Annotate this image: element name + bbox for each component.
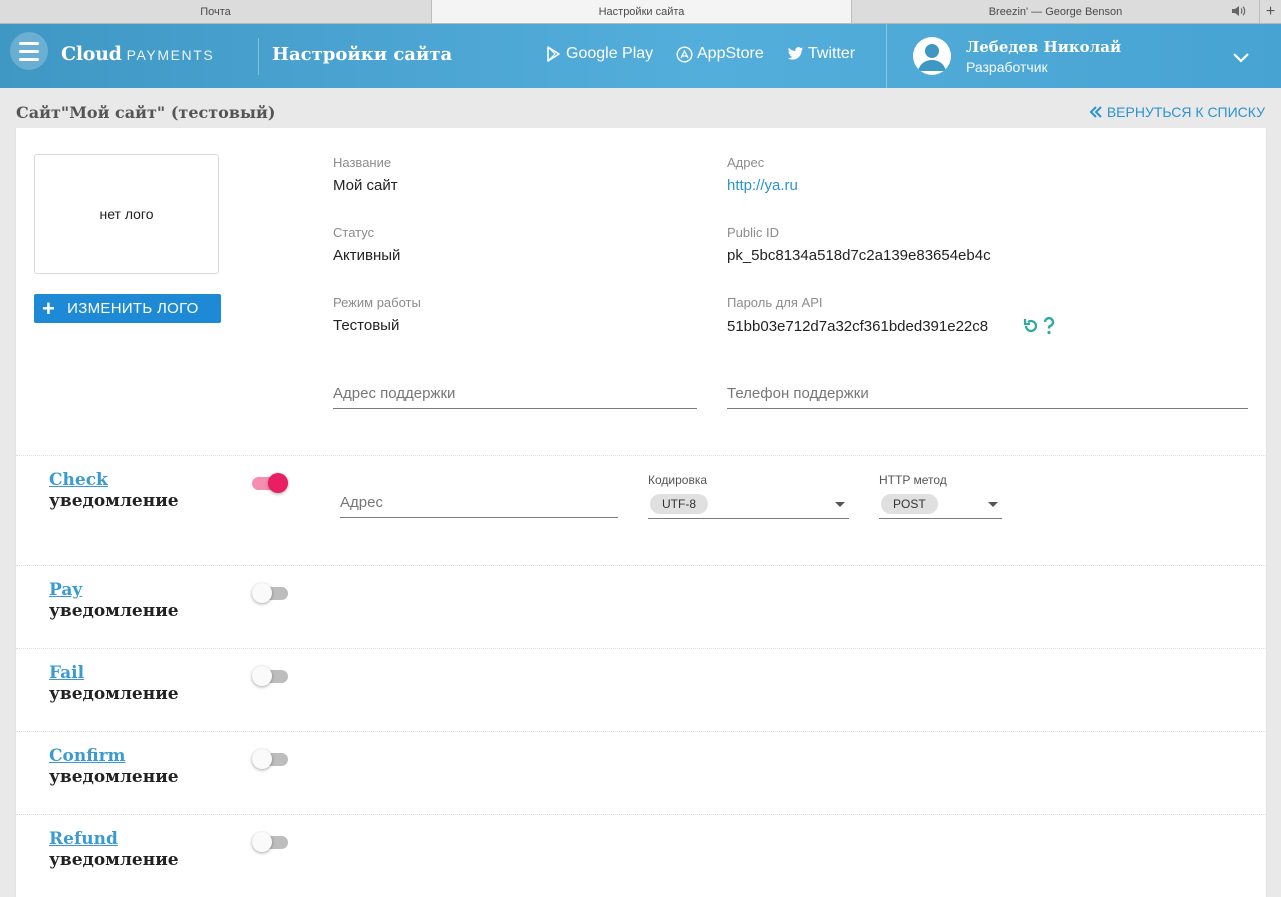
plus-icon: + (42, 295, 56, 321)
user-role: Разработчик (966, 59, 1048, 75)
change-logo-label: ИЗМЕНИТЬ ЛОГО (67, 300, 199, 317)
http-method-value: POST (881, 494, 938, 514)
logo-primary: Cloud (61, 43, 122, 65)
toggle-pay[interactable] (252, 582, 288, 604)
google-play-label: Google Play (566, 45, 654, 62)
appstore-icon (676, 45, 693, 63)
notification-title-fail[interactable]: Fail (49, 663, 84, 683)
status-label: Статус (333, 225, 375, 240)
double-chevron-left-icon (1089, 106, 1102, 118)
logo-placeholder: нет лого (34, 154, 219, 274)
speaker-icon[interactable] (1231, 5, 1247, 17)
help-icon[interactable] (1042, 317, 1056, 335)
twitter-link[interactable]: Twitter (787, 45, 855, 63)
support-address-input[interactable]: Адрес поддержки (333, 385, 697, 409)
app-header: Cloud PAYMENTS Настройки сайта Google Pl… (0, 24, 1281, 88)
notification-subtitle: уведомление (49, 684, 179, 704)
menu-button[interactable] (10, 32, 48, 70)
status-value: Активный (333, 247, 401, 264)
app-logo[interactable]: Cloud PAYMENTS (61, 43, 214, 65)
toggle-confirm[interactable] (252, 748, 288, 770)
user-icon (918, 44, 946, 71)
toggle-refund[interactable] (252, 831, 288, 853)
browser-tab-label: Breezin' — George Benson (988, 5, 1123, 18)
browser-tab-active[interactable]: Настройки сайта (432, 0, 852, 23)
change-logo-button[interactable]: + ИЗМЕНИТЬ ЛОГО (34, 294, 221, 323)
notification-title-pay[interactable]: Pay (49, 580, 82, 600)
site-settings-card: нет лого + ИЗМЕНИТЬ ЛОГО Название Мой са… (16, 128, 1266, 897)
twitter-label: Twitter (808, 45, 856, 62)
google-play-link[interactable]: Google Play (546, 45, 653, 63)
back-to-list-label: ВЕРНУТЬСЯ К СПИСКУ (1106, 104, 1265, 120)
twitter-icon (787, 47, 804, 60)
name-value: Мой сайт (333, 177, 398, 194)
check-address-input[interactable]: Адрес (340, 494, 618, 518)
http-method-label: HTTP метод (879, 473, 947, 487)
mode-label: Режим работы (333, 295, 421, 310)
section-divider (16, 455, 1266, 456)
notification-subtitle: уведомление (49, 767, 179, 787)
avatar[interactable] (913, 37, 951, 75)
encoding-label: Кодировка (648, 473, 708, 487)
caret-down-icon (988, 502, 998, 507)
logo-secondary: PAYMENTS (126, 47, 215, 63)
appstore-label: AppStore (697, 45, 764, 62)
public-id-value: pk_5bc8134a518d7c2a139e83654eb4c (727, 247, 991, 264)
header-divider (886, 24, 887, 88)
browser-tab-label: Почта (200, 5, 231, 18)
api-password-value: 51bb03e712d7a32cf361bded391e22c8 (727, 318, 989, 335)
section-divider (16, 731, 1266, 732)
http-method-select[interactable]: POST (879, 491, 1002, 519)
section-divider (16, 648, 1266, 649)
name-label: Название (333, 155, 392, 170)
user-name[interactable]: Лебедев Николай (966, 38, 1121, 56)
regenerate-icon[interactable] (1022, 317, 1040, 335)
support-phone-input[interactable]: Телефон поддержки (727, 385, 1248, 409)
mode-value: Тестовый (333, 317, 400, 334)
google-play-icon (547, 46, 560, 62)
header-divider (258, 38, 259, 75)
caret-down-icon (835, 502, 845, 507)
notification-subtitle: уведомление (49, 601, 179, 621)
notification-title-confirm[interactable]: Confirm (49, 746, 126, 766)
appstore-link[interactable]: AppStore (676, 45, 764, 63)
api-password-actions (1022, 317, 1056, 335)
new-tab-button[interactable]: + (1260, 0, 1281, 23)
section-divider (16, 565, 1266, 566)
toggle-check[interactable] (252, 472, 288, 494)
toggle-fail[interactable] (252, 665, 288, 687)
encoding-select[interactable]: UTF-8 (648, 491, 849, 519)
browser-tab-strip: Почта Настройки сайта Breezin' — George … (0, 0, 1281, 24)
section-divider (16, 814, 1266, 815)
back-to-list-link[interactable]: ВЕРНУТЬСЯ К СПИСКУ (1089, 104, 1265, 120)
browser-tab[interactable]: Breezin' — George Benson (852, 0, 1260, 23)
api-password-label: Пароль для API (727, 295, 823, 310)
notification-subtitle: уведомление (49, 850, 179, 870)
address-link[interactable]: http://ya.ru (727, 177, 798, 194)
browser-tab[interactable]: Почта (0, 0, 432, 23)
hamburger-icon (19, 41, 39, 45)
address-label: Адрес (727, 155, 765, 170)
site-title: Сайт"Мой сайт" (тестовый) (16, 103, 276, 122)
encoding-value: UTF-8 (650, 494, 708, 514)
chevron-down-icon[interactable] (1232, 52, 1250, 64)
notification-subtitle: уведомление (49, 491, 179, 511)
page-title: Настройки сайта (272, 44, 453, 65)
public-id-label: Public ID (727, 225, 780, 240)
browser-tab-label: Настройки сайта (598, 5, 685, 18)
notification-title-refund[interactable]: Refund (49, 829, 118, 849)
notification-title-check[interactable]: Check (49, 470, 108, 490)
plus-icon: + (1265, 2, 1276, 20)
